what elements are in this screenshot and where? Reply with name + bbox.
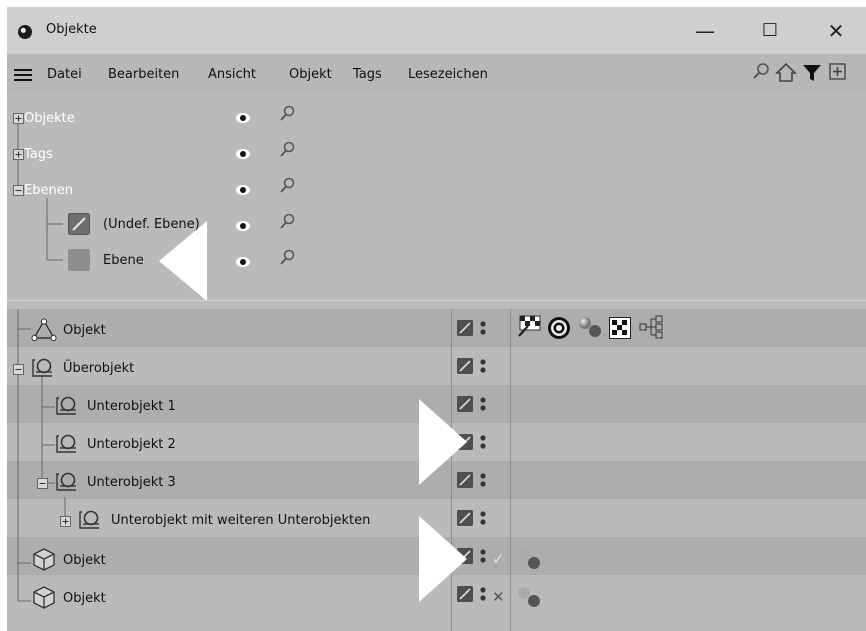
collapse-icon[interactable]: [13, 364, 24, 379]
layer-ebene[interactable]: Ebene: [103, 253, 144, 268]
target-tag-icon[interactable]: [546, 315, 572, 345]
visibility-dots-icon[interactable]: [479, 434, 487, 454]
visibility-eye-icon[interactable]: [235, 256, 251, 272]
visibility-eye-icon[interactable]: [235, 184, 251, 200]
material-spheres-icon[interactable]: [577, 315, 603, 343]
menu-objekt[interactable]: Objekt: [289, 67, 332, 82]
menu-tags[interactable]: Tags: [353, 67, 382, 82]
cube-object-icon: [31, 585, 57, 613]
search-icon[interactable]: [279, 213, 297, 237]
visibility-dots-icon[interactable]: [479, 358, 487, 378]
node-tree-icon[interactable]: [638, 314, 666, 344]
annotation-arrow-right: [419, 516, 467, 602]
menu-lesezeichen[interactable]: Lesezeichen: [408, 67, 488, 82]
expand-icon[interactable]: [60, 516, 71, 531]
layer-color-swatch[interactable]: [68, 249, 90, 275]
null-object-icon: [54, 394, 80, 422]
layers-panel: Objekte Tags Ebenen (Undef. Ebene) Ebene: [7, 93, 866, 301]
visibility-dots-icon[interactable]: [479, 320, 487, 340]
visibility-dots-icon[interactable]: [479, 548, 487, 568]
null-object-icon: [54, 470, 80, 498]
object-label[interactable]: Objekt: [63, 553, 106, 568]
object-label[interactable]: Unterobjekt 2: [87, 437, 176, 452]
layer-tags[interactable]: Tags: [24, 147, 53, 162]
pin-tag-icon[interactable]: [516, 314, 542, 342]
collapse-icon[interactable]: [37, 478, 48, 493]
window-title: Objekte: [46, 22, 97, 37]
minimize-button[interactable]: —: [685, 18, 725, 44]
null-object-icon: [54, 432, 80, 460]
title-bar: Objekte — ☐ ✕: [7, 7, 866, 54]
enabled-check-icon[interactable]: ✓: [492, 550, 505, 568]
table-row[interactable]: [7, 309, 866, 347]
cube-object-icon: [31, 547, 57, 575]
search-icon[interactable]: [279, 141, 297, 165]
polygon-object-icon: [31, 318, 57, 346]
visibility-dots-icon[interactable]: [479, 510, 487, 530]
collapse-icon[interactable]: [13, 185, 24, 200]
object-label[interactable]: Objekt: [63, 591, 106, 606]
expand-icon[interactable]: [13, 149, 24, 164]
objects-window: Objekte — ☐ ✕ Datei Bearbeiten Ansicht O…: [7, 7, 866, 631]
null-object-icon: [77, 508, 103, 536]
close-button[interactable]: ✕: [816, 18, 856, 44]
app-logo-icon: [17, 24, 33, 44]
visibility-dots-icon[interactable]: [479, 396, 487, 416]
maximize-button[interactable]: ☐: [750, 18, 790, 44]
menu-datei[interactable]: Datei: [47, 67, 82, 82]
material-spheres-icon[interactable]: [516, 585, 542, 613]
search-icon[interactable]: [279, 105, 297, 129]
layer-assign-icon[interactable]: [457, 358, 473, 378]
search-icon[interactable]: [279, 177, 297, 201]
checker-texture-icon[interactable]: [609, 317, 631, 343]
home-icon[interactable]: [775, 62, 797, 88]
visibility-eye-icon[interactable]: [235, 220, 251, 236]
object-label[interactable]: Objekt: [63, 323, 106, 338]
visibility-dots-icon[interactable]: [479, 586, 487, 606]
visibility-dots-icon[interactable]: [479, 472, 487, 492]
menu-bearbeiten[interactable]: Bearbeiten: [108, 67, 179, 82]
filter-icon[interactable]: [802, 63, 822, 87]
material-spheres-icon[interactable]: [516, 547, 542, 575]
menu-ansicht[interactable]: Ansicht: [208, 67, 256, 82]
null-object-icon: [30, 356, 56, 384]
table-row[interactable]: [7, 347, 866, 385]
disabled-x-icon[interactable]: ✕: [492, 588, 505, 606]
object-label[interactable]: Unterobjekt 3: [87, 475, 176, 490]
visibility-eye-icon[interactable]: [235, 112, 251, 128]
layer-ebenen[interactable]: Ebenen: [24, 183, 73, 198]
expand-icon[interactable]: [13, 113, 24, 128]
undefined-layer-icon[interactable]: [68, 213, 90, 239]
annotation-arrow-right: [419, 399, 467, 485]
column-separator: [510, 309, 511, 631]
menu-bar: Datei Bearbeiten Ansicht Objekt Tags Les…: [7, 54, 866, 93]
search-icon[interactable]: [279, 249, 297, 273]
object-label[interactable]: Unterobjekt mit weiteren Unterobjekten: [111, 513, 370, 528]
visibility-eye-icon[interactable]: [235, 148, 251, 164]
annotation-arrow-left: [159, 221, 207, 301]
layer-assign-icon[interactable]: [457, 320, 473, 340]
search-icon[interactable]: [751, 62, 771, 86]
layer-objekte[interactable]: Objekte: [24, 111, 75, 126]
object-label[interactable]: Unterobjekt 1: [87, 399, 176, 414]
new-panel-icon[interactable]: [829, 63, 847, 85]
object-label[interactable]: Überobjekt: [63, 361, 134, 376]
hamburger-menu-icon[interactable]: [14, 69, 32, 81]
